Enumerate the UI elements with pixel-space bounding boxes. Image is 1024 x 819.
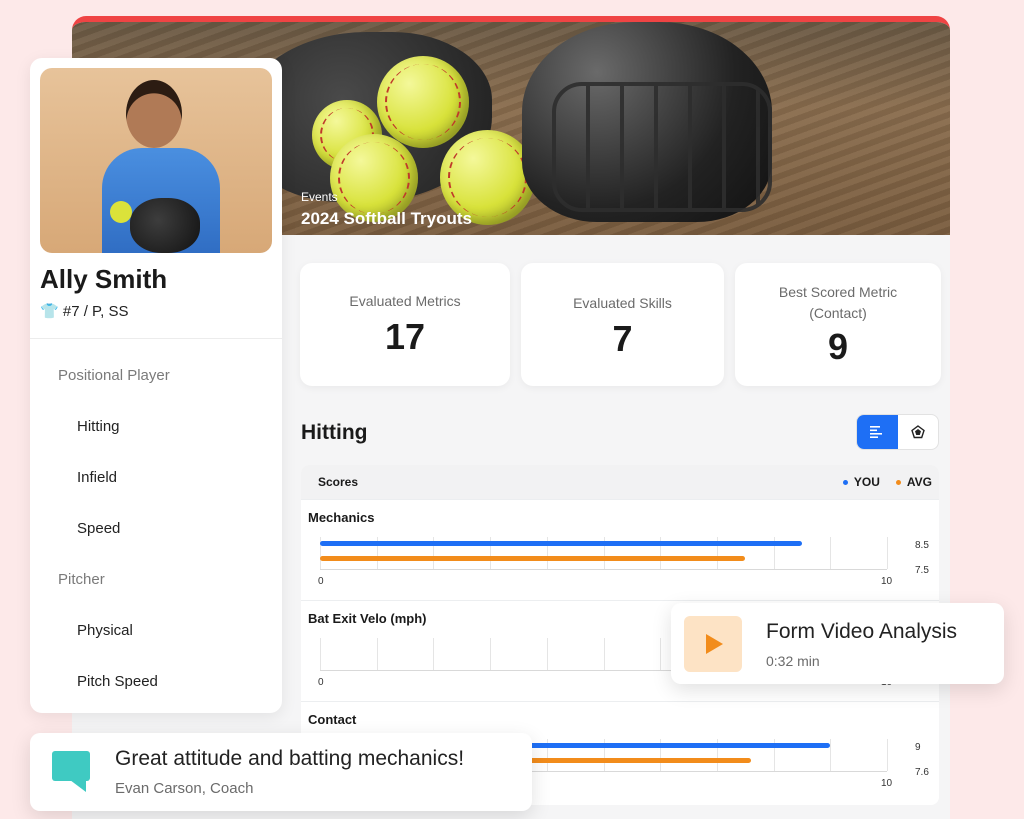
- bar-list-icon[interactable]: [857, 415, 898, 449]
- stat-value: 7: [612, 318, 633, 359]
- value-label-avg: 7.5: [915, 565, 929, 576]
- gridline: [490, 638, 492, 670]
- gridline: [433, 638, 435, 670]
- value-labels: 8.5 7.5: [915, 533, 929, 583]
- facemask-image: [552, 82, 772, 212]
- stat-best-scored-metric: Best Scored Metric (Contact) 9: [735, 263, 941, 386]
- stat-value: 17: [384, 316, 426, 357]
- stat-label: Evaluated Skills: [573, 295, 672, 311]
- nav-item-hitting[interactable]: Hitting: [30, 409, 282, 460]
- bar-you: [320, 541, 802, 546]
- player-sidebar: Ally Smith 👕 #7 / P, SS Positional Playe…: [30, 58, 282, 713]
- gridline: [376, 638, 378, 670]
- stat-evaluated-skills: Evaluated Skills 7: [521, 263, 724, 386]
- value-labels: 9 7.6: [915, 735, 929, 785]
- scores-header: Scores YOU AVG: [301, 465, 939, 499]
- gridline: [320, 638, 321, 670]
- nav-group-label: Positional Player: [58, 367, 170, 384]
- comment-text: Great attitude and batting mechanics!: [115, 747, 465, 770]
- stat-evaluated-metrics: Evaluated Metrics 17: [300, 263, 510, 386]
- stat-sublabel: (Contact): [809, 305, 867, 321]
- nav-item-speed[interactable]: Speed: [30, 511, 282, 562]
- stat-value: 9: [827, 326, 849, 367]
- comment-icon: [52, 751, 90, 792]
- tick-label: 0: [318, 677, 324, 688]
- radar-icon[interactable]: [898, 415, 939, 449]
- stat-label: Evaluated Metrics: [349, 293, 461, 309]
- value-label-you: 8.5: [915, 540, 929, 551]
- nav-group-label: Pitcher: [58, 571, 105, 588]
- player-name: Ally Smith: [40, 264, 168, 294]
- legend-you: YOU: [842, 475, 880, 489]
- gridline: [603, 638, 605, 670]
- metric-name: Contact: [308, 712, 357, 727]
- divider: [30, 338, 282, 339]
- view-toggle: [856, 414, 939, 450]
- tick-label: 10: [881, 576, 893, 587]
- metric-row: Mechanics 0 10 8.5 7.5: [301, 499, 939, 600]
- event-title: 2024 Softball Tryouts: [301, 209, 472, 228]
- player-meta: 👕 #7 / P, SS: [40, 303, 129, 320]
- video-duration: 0:32 min: [766, 653, 820, 669]
- metric-name: Bat Exit Velo (mph): [308, 611, 427, 626]
- coach-comment-card: Great attitude and batting mechanics! Ev…: [30, 733, 532, 811]
- jersey-icon: 👕: [40, 303, 59, 320]
- video-title: Form Video Analysis: [766, 620, 958, 643]
- gridline: [660, 638, 662, 670]
- gridline: [546, 638, 548, 670]
- section-title: Hitting: [301, 421, 368, 444]
- value-label-you: 9: [915, 742, 921, 753]
- gridline: [830, 537, 832, 569]
- tick-label: 0: [318, 576, 324, 587]
- event-label: Events: [301, 190, 338, 204]
- gridline: [887, 537, 888, 569]
- legend-avg: AVG: [895, 475, 932, 489]
- gridline: [887, 739, 888, 771]
- chart-legend: YOU AVG: [842, 475, 932, 489]
- nav-item-infield[interactable]: Infield: [30, 460, 282, 511]
- tick-label: 10: [881, 778, 893, 789]
- player-photo: [40, 68, 272, 253]
- value-label-avg: 7.6: [915, 767, 929, 778]
- gridline: [830, 739, 832, 771]
- metric-name: Mechanics: [308, 510, 375, 525]
- stat-label: Best Scored Metric: [778, 284, 898, 300]
- video-analysis-card[interactable]: Form Video Analysis 0:32 min: [671, 603, 1004, 684]
- comment-author: Evan Carson, Coach: [115, 780, 254, 797]
- nav-item-pitch-speed[interactable]: Pitch Speed: [30, 664, 282, 715]
- nav-item-physical[interactable]: Physical: [30, 613, 282, 664]
- metric-plot: [320, 537, 888, 570]
- play-icon[interactable]: [684, 616, 742, 672]
- softball-image: [377, 56, 469, 148]
- skill-nav: Positional Player Hitting Infield Speed …: [30, 358, 282, 715]
- bar-avg: [320, 556, 746, 561]
- scores-title: Scores: [318, 475, 359, 489]
